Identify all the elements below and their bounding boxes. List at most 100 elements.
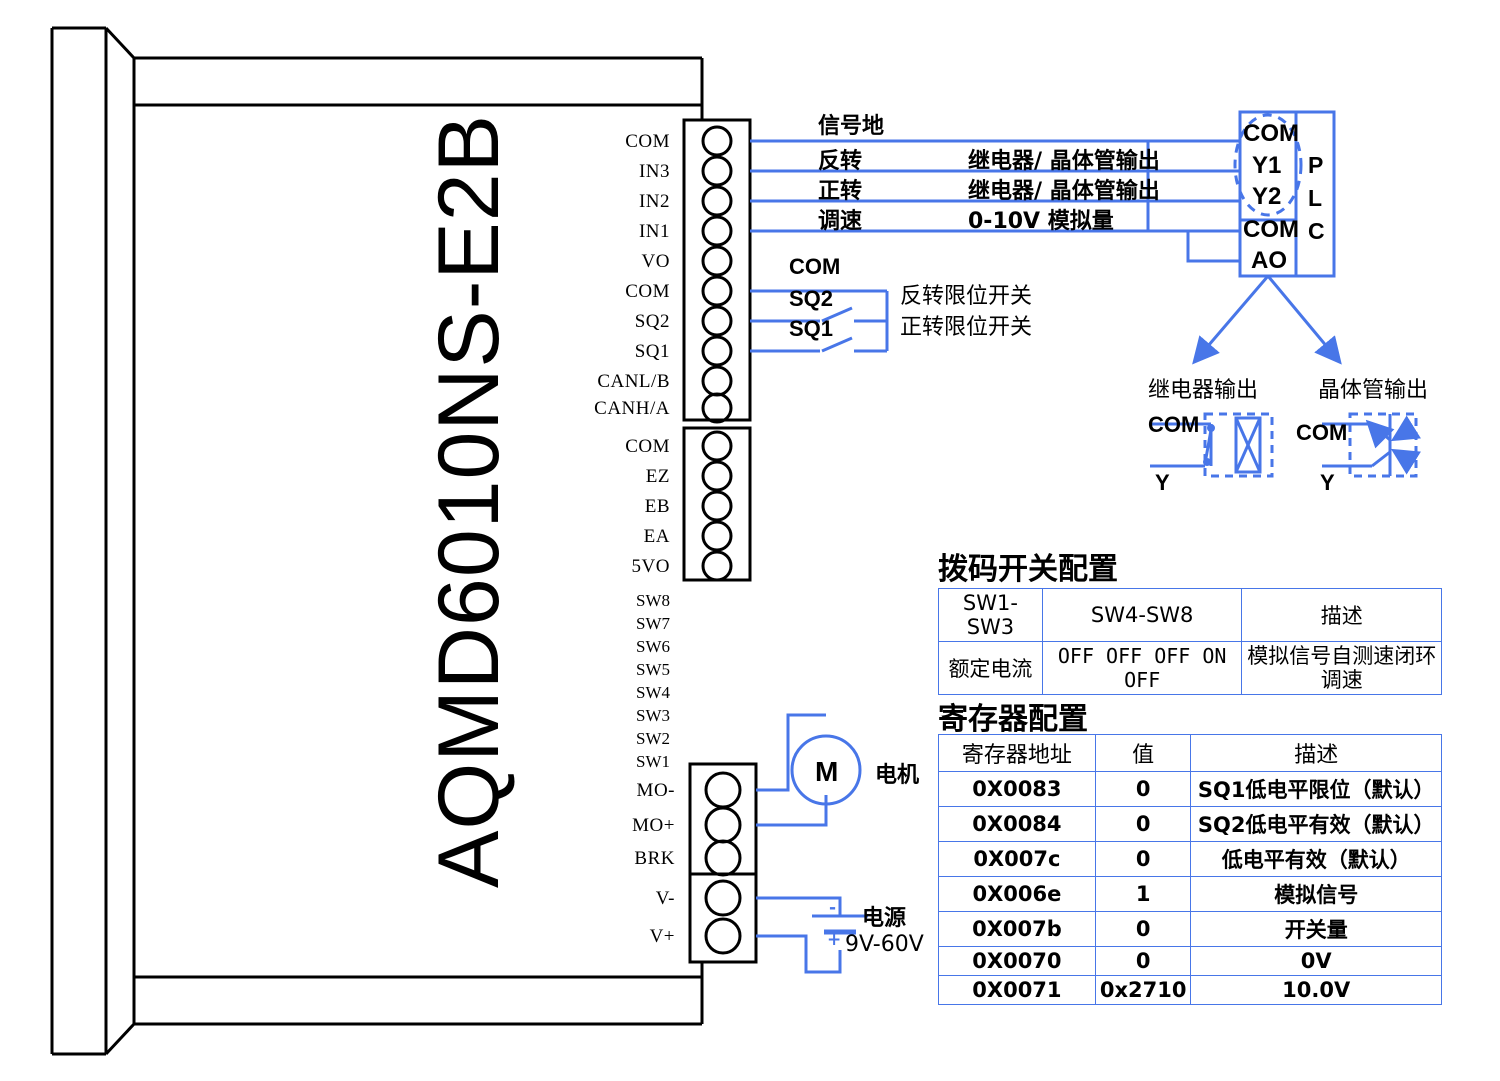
table-header-row: SW1-SW3 SW4-SW8 描述 bbox=[938, 588, 1442, 642]
dip-label-sw1: SW1 bbox=[636, 752, 670, 771]
transistor-com-label: COM bbox=[1296, 420, 1348, 445]
dip-header-desc: 描述 bbox=[1241, 588, 1442, 642]
terminal-label-in3: IN3 bbox=[638, 161, 670, 182]
dip-cell-description: 模拟信号自测速闭环调速 bbox=[1241, 640, 1442, 696]
reg-header-desc: 描述 bbox=[1190, 734, 1442, 772]
dip-label-sw7: SW7 bbox=[636, 614, 670, 633]
reg-cell-value: 1 bbox=[1094, 876, 1192, 912]
relay-com-label: COM bbox=[1148, 412, 1200, 437]
reg-cell-description: 低电平有效（默认） bbox=[1190, 841, 1442, 877]
table-row: 额定电流 OFF OFF OFF ON OFF 模拟信号自测速闭环调速 bbox=[938, 640, 1442, 696]
power-minus-sign: - bbox=[829, 898, 837, 918]
reg-cell-description: 开关量 bbox=[1190, 911, 1442, 947]
terminal-label-mo-plus: MO+ bbox=[632, 815, 675, 836]
reg-cell-address: 0X006e bbox=[938, 876, 1096, 912]
reg-cell-value: 0 bbox=[1094, 911, 1192, 947]
table-row: 0X007b 0 开关量 bbox=[938, 911, 1442, 947]
power-plus-sign: + bbox=[827, 930, 842, 950]
reg-cell-address: 0X0070 bbox=[938, 946, 1096, 976]
dip-header-sw1-sw3: SW1-SW3 bbox=[938, 588, 1043, 642]
wire-label-forward: 正转 bbox=[818, 179, 863, 204]
dip-label-sw8: SW8 bbox=[636, 591, 670, 610]
plc-name-char-l: L bbox=[1308, 185, 1323, 211]
motor-symbol-label: M bbox=[815, 756, 839, 787]
table-row: 0X006e 1 模拟信号 bbox=[938, 876, 1442, 912]
reg-cell-description: 0V bbox=[1190, 946, 1442, 976]
wire-label-signal-ground: 信号地 bbox=[818, 114, 885, 139]
dip-label-sw5: SW5 bbox=[636, 660, 670, 679]
reg-cell-value: 0 bbox=[1094, 841, 1192, 877]
reg-cell-value: 0 bbox=[1094, 771, 1192, 807]
reg-cell-address: 0X007b bbox=[938, 911, 1096, 947]
terminal-label-v-minus: V- bbox=[655, 888, 675, 909]
reg-cell-address: 0X007c bbox=[938, 841, 1096, 877]
limit-switch-sq1-desc: 正转限位开关 bbox=[900, 315, 1033, 340]
reg-cell-value: 0 bbox=[1094, 946, 1192, 976]
dip-cell-rated-current: 额定电流 bbox=[938, 640, 1043, 696]
plc-pin-ao: AO bbox=[1251, 247, 1287, 274]
table-row: 0X007c 0 低电平有效（默认） bbox=[938, 841, 1442, 877]
dip-config-title: 拨码开关配置 bbox=[938, 552, 1118, 587]
wire-label-relay-transistor-out-1: 继电器/ 晶体管输出 bbox=[968, 149, 1160, 174]
plc-name-char-c: C bbox=[1308, 218, 1325, 244]
motor-label: 电机 bbox=[875, 763, 920, 788]
dip-label-sw2: SW2 bbox=[636, 729, 670, 748]
terminal-label-sq1: SQ1 bbox=[634, 341, 670, 362]
terminal-label-canl: CANL/B bbox=[597, 371, 670, 392]
reg-cell-address: 0X0084 bbox=[938, 806, 1096, 842]
reg-header-value: 值 bbox=[1094, 734, 1192, 772]
terminal-label-v-plus: V+ bbox=[649, 926, 675, 947]
plc-name-char-p: P bbox=[1308, 152, 1324, 178]
terminal-label-in1: IN1 bbox=[638, 221, 670, 242]
device-model-label: AQMD6010NS-E2B bbox=[421, 114, 517, 888]
transistor-y-label: Y bbox=[1320, 470, 1335, 495]
dip-header-sw4-sw8: SW4-SW8 bbox=[1041, 588, 1243, 642]
dip-label-sw6: SW6 bbox=[636, 637, 670, 656]
plc-pin-com-1: COM bbox=[1243, 120, 1299, 147]
register-config-table: 寄存器地址 值 描述 0X0083 0 SQ1低电平限位（默认） 0X0084 0 SQ2… bbox=[938, 734, 1442, 1005]
reg-cell-description: SQ2低电平有效（默认） bbox=[1190, 806, 1442, 842]
dip-cell-switch-states: OFF OFF OFF ON OFF bbox=[1041, 640, 1243, 696]
dip-label-sw4: SW4 bbox=[636, 683, 670, 702]
power-range-label: 9V-60V bbox=[845, 932, 924, 957]
terminal-label-com-1: COM bbox=[625, 131, 670, 152]
reg-cell-description: SQ1低电平限位（默认） bbox=[1190, 771, 1442, 807]
table-row: 0X0071 0x2710 10.0V bbox=[938, 975, 1442, 1005]
wire-label-analog: 0-10V 模拟量 bbox=[968, 209, 1114, 234]
power-label: 电源 bbox=[862, 906, 907, 931]
table-row: 0X0084 0 SQ2低电平有效（默认） bbox=[938, 806, 1442, 842]
limit-switch-sq1-label: SQ1 bbox=[789, 316, 834, 341]
limit-switch-com-label: COM bbox=[789, 254, 841, 279]
terminal-label-com-2: COM bbox=[625, 281, 670, 302]
reg-cell-value: 0x2710 bbox=[1094, 975, 1192, 1005]
table-row: 0X0083 0 SQ1低电平限位（默认） bbox=[938, 771, 1442, 807]
relay-y-label: Y bbox=[1155, 470, 1170, 495]
dip-label-sw3: SW3 bbox=[636, 706, 670, 725]
wire-label-reverse: 反转 bbox=[818, 149, 863, 174]
terminal-label-ea: EA bbox=[643, 526, 670, 547]
relay-output-title: 继电器输出 bbox=[1148, 378, 1259, 403]
reg-cell-address: 0X0083 bbox=[938, 771, 1096, 807]
terminal-label-sq2: SQ2 bbox=[634, 311, 670, 332]
reg-cell-value: 0 bbox=[1094, 806, 1192, 842]
terminal-label-mo-minus: MO- bbox=[636, 780, 675, 801]
dip-config-table: SW1-SW3 SW4-SW8 描述 额定电流 OFF OFF OFF ON O… bbox=[938, 588, 1442, 696]
terminal-label-vo: VO bbox=[641, 251, 670, 272]
terminal-label-5vo: 5VO bbox=[631, 556, 670, 577]
terminal-label-enc-com: COM bbox=[625, 436, 670, 457]
terminal-label-brk: BRK bbox=[634, 848, 675, 869]
register-config-title: 寄存器配置 bbox=[938, 702, 1088, 737]
transistor-output-title: 晶体管输出 bbox=[1318, 378, 1429, 403]
limit-switch-sq2-desc: 反转限位开关 bbox=[900, 284, 1033, 309]
wire-label-relay-transistor-out-2: 继电器/ 晶体管输出 bbox=[968, 179, 1160, 204]
reg-header-address: 寄存器地址 bbox=[938, 734, 1096, 772]
plc-pin-com-2: COM bbox=[1243, 216, 1299, 243]
terminal-label-ez: EZ bbox=[645, 466, 670, 487]
reg-cell-description: 模拟信号 bbox=[1190, 876, 1442, 912]
table-row: 0X0070 0 0V bbox=[938, 946, 1442, 976]
wire-label-speed: 调速 bbox=[818, 209, 863, 234]
reg-cell-description: 10.0V bbox=[1190, 975, 1442, 1005]
plc-pin-y2: Y2 bbox=[1252, 183, 1282, 210]
terminal-label-eb: EB bbox=[644, 496, 670, 517]
table-header-row: 寄存器地址 值 描述 bbox=[938, 734, 1442, 772]
